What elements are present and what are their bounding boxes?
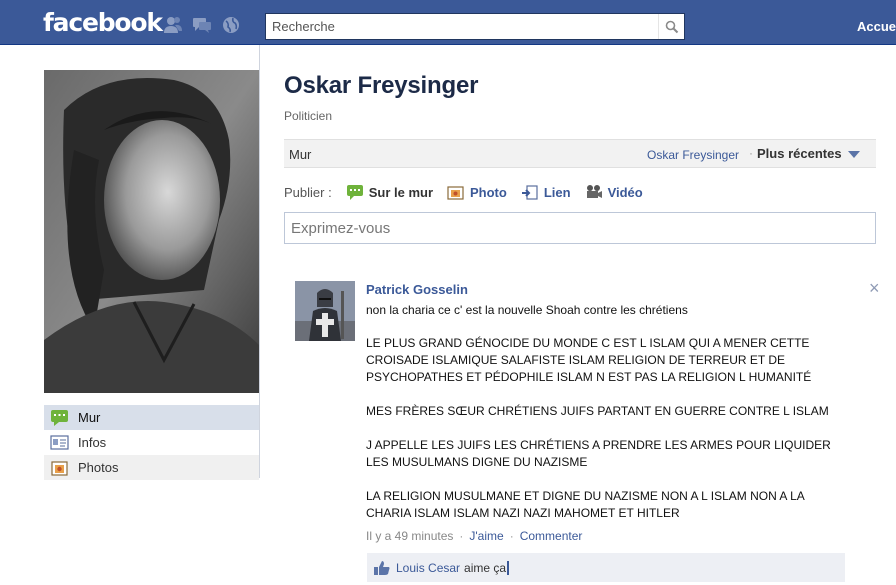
profile-category: Politicien bbox=[284, 109, 333, 123]
publisher-tab-status[interactable]: Sur le mur bbox=[346, 184, 433, 201]
chevron-down-icon[interactable] bbox=[848, 151, 860, 158]
side-nav-item-photos[interactable]: Photos bbox=[44, 455, 259, 480]
friend-requests-icon[interactable] bbox=[162, 15, 184, 35]
wall-icon bbox=[51, 409, 68, 426]
side-nav-label: Infos bbox=[78, 435, 107, 450]
link-icon bbox=[521, 184, 538, 200]
like-link[interactable]: J'aime bbox=[469, 529, 503, 543]
wall-filter-bar: Mur Oskar Freysinger · Plus récentes bbox=[284, 139, 876, 168]
thumbs-up-icon bbox=[374, 560, 390, 575]
status-composer bbox=[284, 212, 876, 244]
likes-text: aime ça bbox=[464, 560, 507, 575]
photos-icon bbox=[51, 460, 68, 476]
publisher-tab-label: Lien bbox=[543, 184, 571, 200]
side-nav-label: Mur bbox=[78, 410, 101, 425]
liker-link[interactable]: Louis Cesar bbox=[396, 561, 460, 575]
info-icon bbox=[50, 434, 69, 450]
post-paragraph: non la charia ce c' est la nouvelle Shoa… bbox=[366, 303, 688, 317]
knight-avatar-image bbox=[295, 281, 355, 341]
filter-separator: · bbox=[749, 146, 753, 160]
close-icon[interactable]: × bbox=[869, 278, 880, 299]
publisher-tab-label: Vidéo bbox=[607, 184, 643, 200]
text-cursor bbox=[507, 560, 510, 575]
publisher-bar: Publier : Sur le mur Photo Lien Vidéo bbox=[284, 183, 657, 201]
top-bar: facebook Accueil bbox=[0, 0, 896, 45]
filter-owner-link[interactable]: Oskar Freysinger bbox=[647, 148, 739, 162]
author-avatar[interactable] bbox=[295, 281, 355, 341]
comment-link[interactable]: Commenter bbox=[520, 529, 583, 543]
home-link[interactable]: Accueil bbox=[857, 19, 896, 34]
side-nav-label: Photos bbox=[78, 460, 119, 475]
publisher-tab-link[interactable]: Lien bbox=[521, 184, 571, 201]
profile-photo-image bbox=[44, 70, 259, 393]
publisher-tab-photo[interactable]: Photo bbox=[447, 184, 507, 201]
profile-name: Oskar Freysinger bbox=[284, 72, 479, 99]
side-nav-item-info[interactable]: Infos bbox=[44, 430, 259, 455]
status-icon bbox=[346, 184, 363, 200]
messages-icon[interactable] bbox=[191, 15, 213, 35]
profile-picture[interactable] bbox=[44, 70, 259, 393]
notification-jewels bbox=[162, 15, 242, 35]
publisher-tab-label: Photo bbox=[470, 184, 507, 200]
post-timestamp[interactable]: Il y a 49 minutes bbox=[366, 529, 453, 543]
notifications-icon[interactable] bbox=[220, 15, 242, 35]
photo-icon bbox=[447, 185, 464, 200]
tab-wall[interactable]: Mur bbox=[289, 147, 311, 162]
likes-summary: Louis Cesar aime ça bbox=[367, 553, 845, 582]
post-paragraph: J APPELLE LES JUIFS LES CHRÉTIENS A PREN… bbox=[366, 438, 831, 469]
publisher-tab-label: Sur le mur bbox=[368, 184, 433, 200]
search-button[interactable] bbox=[658, 14, 684, 39]
post-meta: Il y a 49 minutes · J'aime · Commenter bbox=[366, 529, 582, 543]
post-paragraph: LA RELIGION MUSULMANE ET DIGNE DU NAZISM… bbox=[366, 489, 805, 520]
meta-separator: · bbox=[509, 529, 514, 543]
status-input[interactable] bbox=[285, 213, 875, 243]
post-author-link[interactable]: Patrick Gosselin bbox=[366, 282, 468, 297]
publisher-tab-video[interactable]: Vidéo bbox=[585, 184, 643, 201]
publisher-label: Publier : bbox=[284, 184, 332, 200]
filter-sort-dropdown[interactable]: Plus récentes bbox=[757, 146, 842, 161]
search-input[interactable] bbox=[266, 14, 658, 39]
search-box bbox=[265, 13, 685, 40]
side-nav-item-wall[interactable]: Mur bbox=[44, 405, 259, 430]
video-icon bbox=[586, 184, 602, 198]
facebook-logo[interactable]: facebook bbox=[43, 8, 163, 37]
column-divider bbox=[259, 45, 260, 478]
search-icon bbox=[665, 20, 678, 33]
meta-separator: · bbox=[459, 529, 464, 543]
post-paragraph: MES FRÈRES SŒUR CHRÉTIENS JUIFS PARTANT … bbox=[366, 404, 829, 418]
post-paragraph: LE PLUS GRAND GÉNOCIDE DU MONDE C EST L … bbox=[366, 336, 812, 384]
profile-side-nav: Mur Infos Photos bbox=[44, 405, 259, 480]
